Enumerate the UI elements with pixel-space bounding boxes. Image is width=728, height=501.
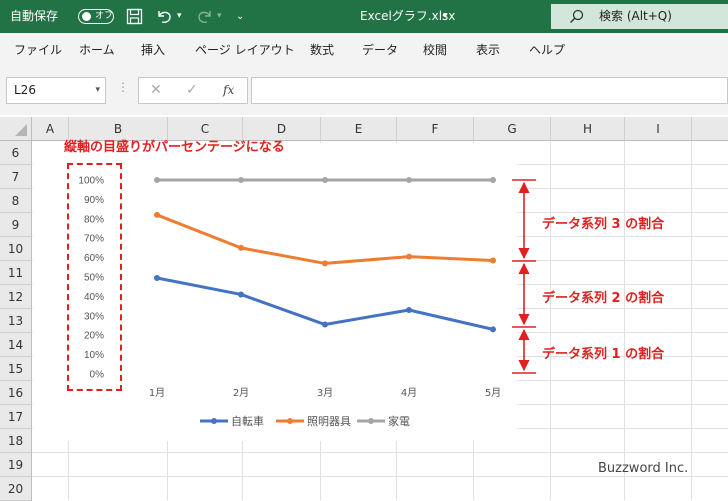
range-arrows [512,179,536,374]
series2-annotation: データ系列 2 の割合 [542,291,665,306]
watermark: Buzzword Inc. [598,461,689,476]
series3-annotation: データ系列 3 の割合 [542,217,665,232]
series1-annotation: データ系列 1 の割合 [542,347,665,362]
